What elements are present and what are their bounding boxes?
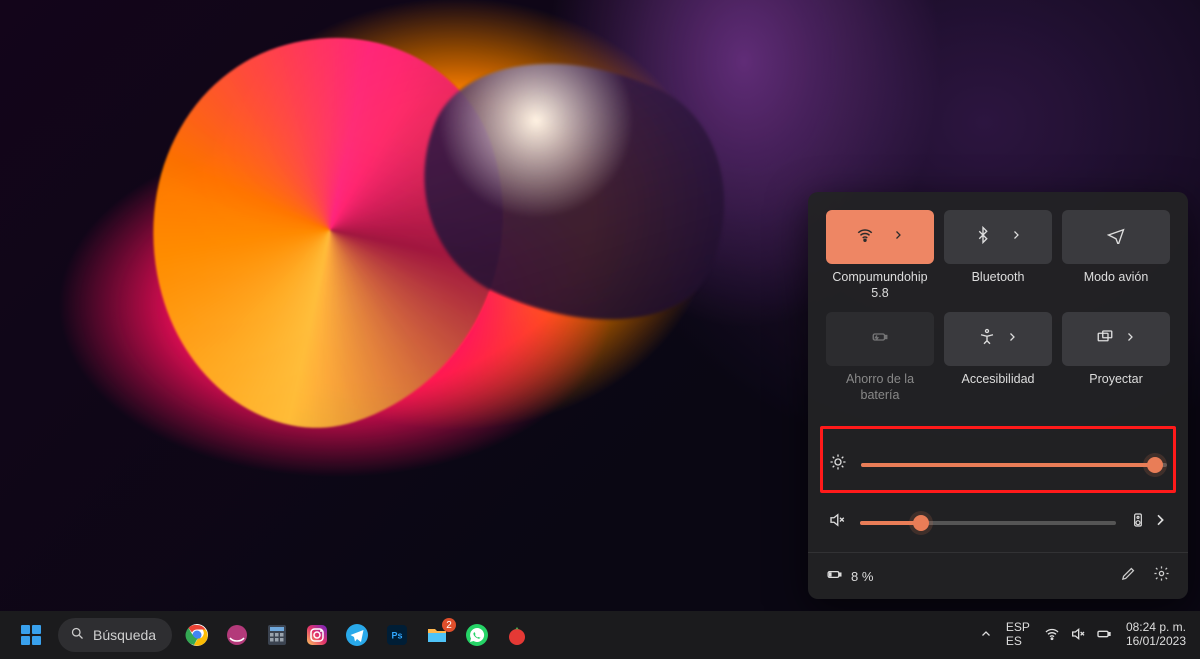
battery-icon bbox=[826, 566, 843, 586]
language-line2: ES bbox=[1006, 635, 1022, 649]
search-icon bbox=[70, 626, 85, 644]
wifi-icon bbox=[856, 226, 874, 249]
settings-gear-icon[interactable] bbox=[1153, 565, 1170, 587]
pomodone-app-icon[interactable] bbox=[222, 620, 252, 650]
language-line1: ESP bbox=[1006, 621, 1030, 635]
explorer-badge: 2 bbox=[442, 618, 456, 632]
chevron-right-icon bbox=[892, 228, 904, 246]
brightness-icon bbox=[829, 453, 847, 476]
battery-saver-tile bbox=[826, 312, 934, 366]
bluetooth-icon bbox=[974, 226, 992, 249]
file-explorer-app-icon[interactable]: 2 bbox=[422, 620, 452, 650]
volume-mute-icon bbox=[828, 511, 846, 534]
accessibility-label: Accesibilidad bbox=[962, 372, 1035, 404]
start-button[interactable] bbox=[14, 618, 48, 652]
wifi-tray-icon bbox=[1044, 626, 1060, 645]
volume-slider[interactable] bbox=[860, 521, 1116, 525]
airplane-mode-label: Modo avión bbox=[1084, 270, 1149, 302]
telegram-app-icon[interactable] bbox=[342, 620, 372, 650]
calculator-app-icon[interactable] bbox=[262, 620, 292, 650]
battery-status[interactable]: 8 % bbox=[826, 566, 873, 586]
project-label: Proyectar bbox=[1089, 372, 1143, 404]
wifi-tile[interactable] bbox=[826, 210, 934, 264]
battery-saver-label: Ahorro de la batería bbox=[826, 372, 934, 404]
chrome-app-icon[interactable] bbox=[182, 620, 212, 650]
chevron-right-icon bbox=[1010, 228, 1022, 246]
taskbar: Búsqueda Ps 2 ESP ES 08:24 p. m. 16/01/2… bbox=[0, 611, 1200, 659]
chevron-right-icon[interactable] bbox=[1152, 512, 1168, 533]
system-tray[interactable] bbox=[1044, 626, 1112, 645]
clock[interactable]: 08:24 p. m. 16/01/2023 bbox=[1126, 621, 1186, 649]
volume-tray-icon bbox=[1070, 626, 1086, 645]
tray-overflow-icon[interactable] bbox=[980, 628, 992, 643]
project-tile[interactable] bbox=[1062, 312, 1170, 366]
language-indicator[interactable]: ESP ES bbox=[1006, 621, 1030, 649]
chevron-right-icon bbox=[1006, 330, 1018, 348]
accessibility-tile[interactable] bbox=[944, 312, 1052, 366]
battery-saver-icon bbox=[871, 328, 889, 351]
brightness-slider[interactable] bbox=[861, 463, 1167, 467]
edit-icon[interactable] bbox=[1120, 565, 1137, 587]
battery-percent-text: 8 % bbox=[851, 569, 873, 584]
instagram-app-icon[interactable] bbox=[302, 620, 332, 650]
battery-tray-icon bbox=[1096, 626, 1112, 645]
photoshop-app-icon[interactable]: Ps bbox=[382, 620, 412, 650]
bluetooth-label: Bluetooth bbox=[972, 270, 1025, 302]
wifi-label: Compumundohip 5.8 bbox=[826, 270, 934, 302]
svg-text:Ps: Ps bbox=[392, 631, 403, 641]
clock-date: 16/01/2023 bbox=[1126, 635, 1186, 649]
airplane-mode-tile[interactable] bbox=[1062, 210, 1170, 264]
airplane-icon bbox=[1107, 226, 1125, 249]
bluetooth-tile[interactable] bbox=[944, 210, 1052, 264]
accessibility-icon bbox=[978, 328, 996, 351]
search-box[interactable]: Búsqueda bbox=[58, 618, 172, 652]
search-placeholder: Búsqueda bbox=[93, 627, 156, 643]
quick-settings-panel: Compumundohip 5.8 Bluetooth Modo avión bbox=[808, 192, 1188, 599]
whatsapp-app-icon[interactable] bbox=[462, 620, 492, 650]
project-icon bbox=[1096, 328, 1114, 351]
brightness-highlight bbox=[820, 426, 1176, 493]
tomato-app-icon[interactable] bbox=[502, 620, 532, 650]
audio-output-icon[interactable] bbox=[1130, 512, 1146, 533]
clock-time: 08:24 p. m. bbox=[1126, 621, 1186, 635]
chevron-right-icon bbox=[1124, 330, 1136, 348]
